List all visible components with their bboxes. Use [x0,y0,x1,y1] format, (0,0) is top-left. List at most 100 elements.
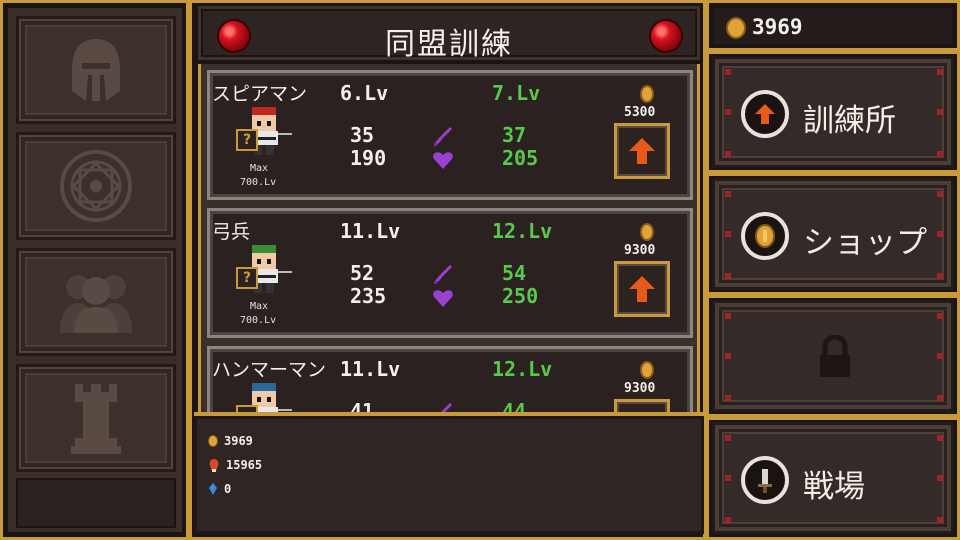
gold-coin-icon [640,361,654,379]
circle-badge [741,212,789,260]
gold-counter-value: 3969 [752,15,803,39]
upgrade-button[interactable] [614,399,670,412]
ornament-dot [937,475,943,481]
resource-panel: 3969 15965 0 [194,412,704,534]
ornament-dot [725,435,731,441]
shop-button[interactable]: ショップ [712,178,954,290]
shop-label: ショップ [803,225,927,261]
ornament-dot [937,231,943,237]
gold-coin-icon [755,224,775,248]
battlefield-label: 戦場 [803,469,865,505]
right-separator [706,170,960,176]
rook-tower-icon [71,384,121,454]
upgrade-button[interactable] [614,123,670,179]
training-hall-button[interactable]: 訓練所 [712,56,954,168]
gold-coin-icon [640,223,654,241]
purple-heart-icon [433,152,453,169]
ornament-dot [937,69,943,75]
people-group-icon [60,275,132,333]
ornament-dot [937,395,943,401]
unit-card: ハンマーマン 11.Lv 12.Lv 41 44 9300 [207,346,693,412]
people-menu-button[interactable] [16,248,176,356]
circle-badge [741,90,789,138]
attack-current: 35 [350,123,375,147]
attack-current: 52 [350,261,375,285]
current-level: 11.Lv [340,219,401,243]
current-level: 6.Lv [340,81,389,105]
left-empty-slot [16,478,176,528]
ornament-dot [725,151,731,157]
meat-icon [209,459,219,472]
upgrade-cost: 9300 [624,243,656,258]
unknown-slot[interactable]: ? [236,267,258,289]
next-level: 7.Lv [492,81,541,105]
ornament-dot [937,313,943,319]
ornament-dot [937,109,943,115]
resource-meat-row: 15965 [208,456,262,474]
resource-meat-value: 15965 [226,458,263,472]
training-hall-label: 訓練所 [803,103,896,139]
ornament-dot [725,231,731,237]
purple-heart-icon [433,290,453,307]
title-bar: 同盟訓練 [198,6,700,62]
next-level: 12.Lv [492,219,553,243]
upgrade-cost: 5300 [624,105,656,120]
red-gem-icon [649,19,683,53]
max-level-label: 700.Lv [240,315,277,326]
hp-current: 235 [350,284,387,308]
ornament-dot [937,273,943,279]
locked-menu-button[interactable] [712,300,954,412]
ornament-dot [725,475,731,481]
ornament-dot [725,517,731,523]
unit-name: ハンマーマン [212,359,327,381]
upgrade-cost: 9300 [624,381,656,396]
purple-sword-icon [441,403,452,412]
helmet-menu-button[interactable] [16,16,176,124]
page-title: 同盟訓練 [385,27,513,62]
unit-card: スピアマン ? Max 700.Lv 6.Lv 7.Lv 35 37 190 2… [207,70,693,200]
attack-next: 54 [502,261,527,285]
ornament-dot [937,353,943,359]
right-separator [706,292,960,298]
left-divider [186,0,192,540]
current-level: 11.Lv [340,357,401,381]
ornament-dot [725,69,731,75]
unit-name: 弓兵 [212,221,251,243]
battlefield-button[interactable]: 戦場 [712,422,954,534]
padlock-icon [820,335,850,377]
ornament-dot [725,313,731,319]
circle-badge [741,456,789,504]
attack-next: 37 [502,123,527,147]
hp-next: 205 [502,146,539,170]
resource-gold-value: 3969 [224,434,253,448]
ornament-dot [725,395,731,401]
ornament-dot [937,151,943,157]
gold-coin-icon [208,435,218,447]
max-label: Max [250,163,269,174]
ornament-dot [725,273,731,279]
tower-menu-button[interactable] [16,364,176,472]
purple-sword-icon [434,265,452,284]
unknown-slot[interactable]: ? [236,129,258,151]
hp-next: 250 [502,284,539,308]
unit-name: スピアマン [212,83,308,105]
attack-next: 44 [502,399,527,412]
ornament-dot [725,191,731,197]
ornament-dot [937,191,943,197]
hp-current: 190 [350,146,387,170]
ornament-dot [937,435,943,441]
unit-list[interactable]: スピアマン ? Max 700.Lv 6.Lv 7.Lv 35 37 190 2… [198,64,700,412]
upgrade-button[interactable] [614,261,670,317]
magic-circle-menu-button[interactable] [16,132,176,240]
orange-up-arrow-icon [629,138,655,164]
spartan-helmet-icon [72,39,120,101]
gold-counter: 3969 [712,6,954,46]
next-level: 12.Lv [492,357,553,381]
max-level-label: 700.Lv [240,177,277,188]
unit-card: 弓兵 ? Max 700.Lv 11.Lv 12.Lv 52 54 235 25… [207,208,693,338]
max-label: Max [250,301,269,312]
unknown-slot[interactable] [236,405,258,412]
sword-icon [758,469,772,493]
orange-up-arrow-icon [755,104,775,124]
gold-coin-icon [726,17,746,39]
